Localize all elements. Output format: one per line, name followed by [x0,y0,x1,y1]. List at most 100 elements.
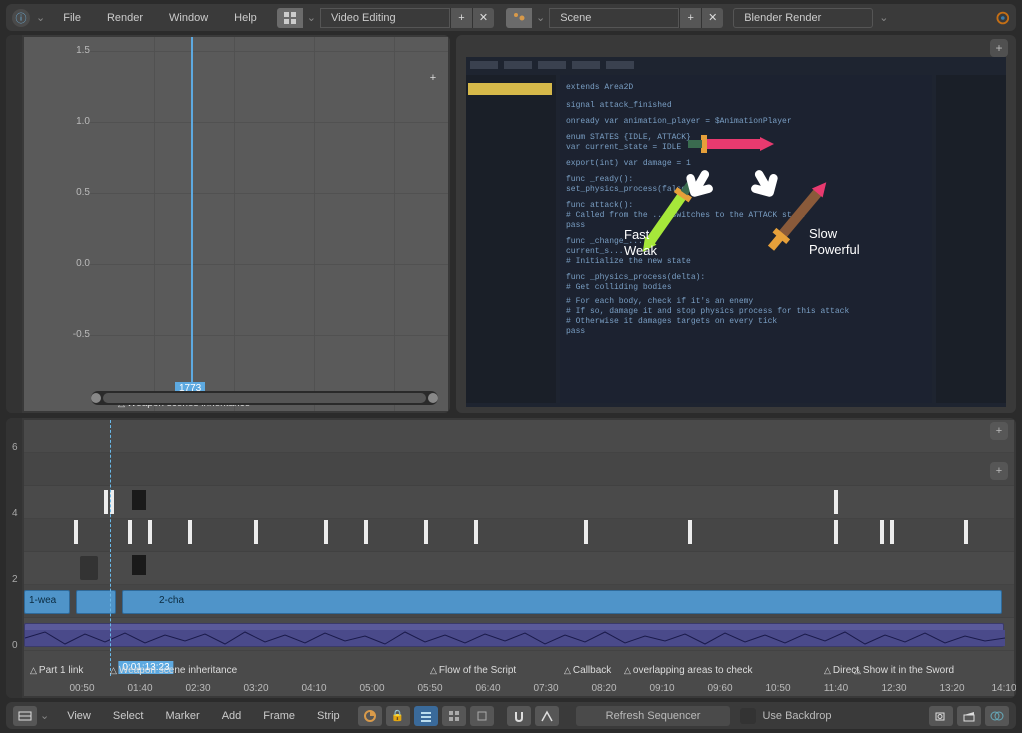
audio-strip[interactable] [24,623,1004,647]
ide-sidebar-right [936,75,1006,403]
menu-render[interactable]: Render [95,10,155,26]
layout-icon[interactable] [277,8,303,28]
scene-name-field[interactable]: Scene [549,8,679,28]
graph-vscroll[interactable] [6,35,22,413]
video-sequencer-panel: 6 4 2 0 1-wea 2-cha [6,418,1016,698]
render-engine-select[interactable]: Blender Render [733,8,873,28]
strip-fragment[interactable] [80,556,98,580]
seq-marker[interactable]: Callback [564,665,611,676]
seq-xtick: 11:40 [824,683,848,694]
graph-editor-panel: 1.5 1.0 0.5 0.0 -0.5 1750 1800 1850 1900… [6,35,450,413]
display-mode-2-icon[interactable] [442,706,466,726]
seq-marker[interactable]: Flow of the Script [430,665,516,676]
seq-icon-pie[interactable] [358,706,382,726]
overlap-icon[interactable] [985,706,1009,726]
ytick: -0.5 [66,329,90,340]
ytick: 0.0 [66,258,90,269]
graph-grid [24,37,448,411]
seq-xtick: 05:00 [359,683,384,694]
menu-frame[interactable]: Frame [253,708,305,724]
seq-xtick: 09:10 [649,683,674,694]
sequencer-vscroll[interactable] [6,418,22,698]
graph-panel-add-icon[interactable]: + [424,69,442,87]
seq-xtick: 07:30 [533,683,558,694]
code-line: func attack(): [566,201,633,210]
ide-sidebar-left [466,75,556,403]
menu-file[interactable]: File [51,10,93,26]
graph-playhead[interactable]: 1773 [191,37,193,393]
scene-remove-button[interactable]: ✕ [701,8,723,28]
menu-select[interactable]: Select [103,708,154,724]
seq-xtick: 04:10 [301,683,326,694]
channel-label: 4 [12,508,18,519]
code-line: pass [566,221,585,230]
info-editor-icon[interactable]: ⓘ [12,9,30,27]
code-line: # Called from the ... switches to the AT… [566,211,806,220]
display-mode-1-icon[interactable] [414,706,438,726]
code-line: # If so, damage it and stop physics proc… [566,307,849,316]
menu-window[interactable]: Window [157,10,220,26]
menu-help[interactable]: Help [222,10,269,26]
snap-type-icon[interactable] [535,706,559,726]
sequencer-add-icon-2[interactable]: + [990,462,1008,480]
menu-add[interactable]: Add [212,708,252,724]
video-preview-panel: + extends Area2D signal attack_finished … [456,35,1016,413]
display-mode-3-icon[interactable] [470,706,494,726]
layout-add-button[interactable]: + [450,8,472,28]
menu-strip[interactable]: Strip [307,708,350,724]
clapper-icon[interactable] [957,706,981,726]
checkbox-icon[interactable] [740,708,756,724]
channel-label: 0 [12,640,18,651]
seq-xtick: 08:20 [591,683,616,694]
ytick: 1.5 [66,45,90,56]
seq-xtick: 02:30 [185,683,210,694]
ytick: 0.5 [66,187,90,198]
label-fast-weak: Fast Weak [624,227,657,258]
backdrop-label: Use Backdrop [762,710,831,722]
code-line: # Initialize the new state [566,257,691,266]
layout-name-field[interactable]: Video Editing [320,8,450,28]
menu-view[interactable]: View [57,708,101,724]
camera-icon[interactable] [929,706,953,726]
preview-panel-add-icon[interactable]: + [990,39,1008,57]
menu-marker[interactable]: Marker [155,708,209,724]
sequencer-toolbar: ⌄ View Select Marker Add Frame Strip 🔒 R… [6,702,1016,729]
code-line: current_s... [566,247,624,256]
label-slow-powerful: Slow Powerful [809,226,860,257]
video-strip[interactable]: 1-wea [24,590,70,614]
preview-content: extends Area2D signal attack_finished on… [466,57,1006,407]
seq-marker[interactable]: overlapping areas to check [624,665,752,676]
sequencer-playhead[interactable] [110,420,111,676]
code-line: signal attack_finished [566,101,672,110]
seq-xtick: 14:10 [991,683,1016,694]
seq-xtick: 01:40 [127,683,152,694]
sword-pink-icon [688,135,772,153]
seq-xtick: 13:20 [939,683,964,694]
sequencer-area[interactable]: 6 4 2 0 1-wea 2-cha [24,420,1014,696]
snap-icon[interactable] [507,706,531,726]
code-line: # For each body, check if it's an enemy [566,297,753,306]
seq-xtick: 06:40 [475,683,500,694]
code-line: pass [566,327,585,336]
graph-hscroll[interactable] [91,391,438,405]
refresh-sequencer-button[interactable]: Refresh Sequencer [576,706,731,726]
graph-area[interactable]: 1.5 1.0 0.5 0.0 -0.5 1750 1800 1850 1900… [24,37,448,411]
backdrop-toggle[interactable]: Use Backdrop [740,708,831,724]
channel-label: 6 [12,442,18,453]
channel-label: 2 [12,574,18,585]
seq-marker[interactable]: Show it in the Sword [854,665,954,676]
code-line: # Otherwise it damages targets on every … [566,317,777,326]
video-strip[interactable]: 2-cha [122,590,1002,614]
editor-type-icon[interactable] [13,706,37,726]
scene-add-button[interactable]: + [679,8,701,28]
lock-icon[interactable]: 🔒 [386,706,410,726]
seq-xtick: 00:50 [69,683,94,694]
seq-xtick: 03:20 [243,683,268,694]
code-line: func _physics_process(delta): [566,273,705,282]
seq-marker[interactable]: Weapon scene inheritance [110,665,237,676]
scene-icon[interactable] [506,8,532,28]
seq-xtick: 09:60 [707,683,732,694]
seq-marker[interactable]: Part 1 link [30,665,83,676]
layout-remove-button[interactable]: ✕ [472,8,494,28]
sequencer-add-icon[interactable]: + [990,422,1008,440]
